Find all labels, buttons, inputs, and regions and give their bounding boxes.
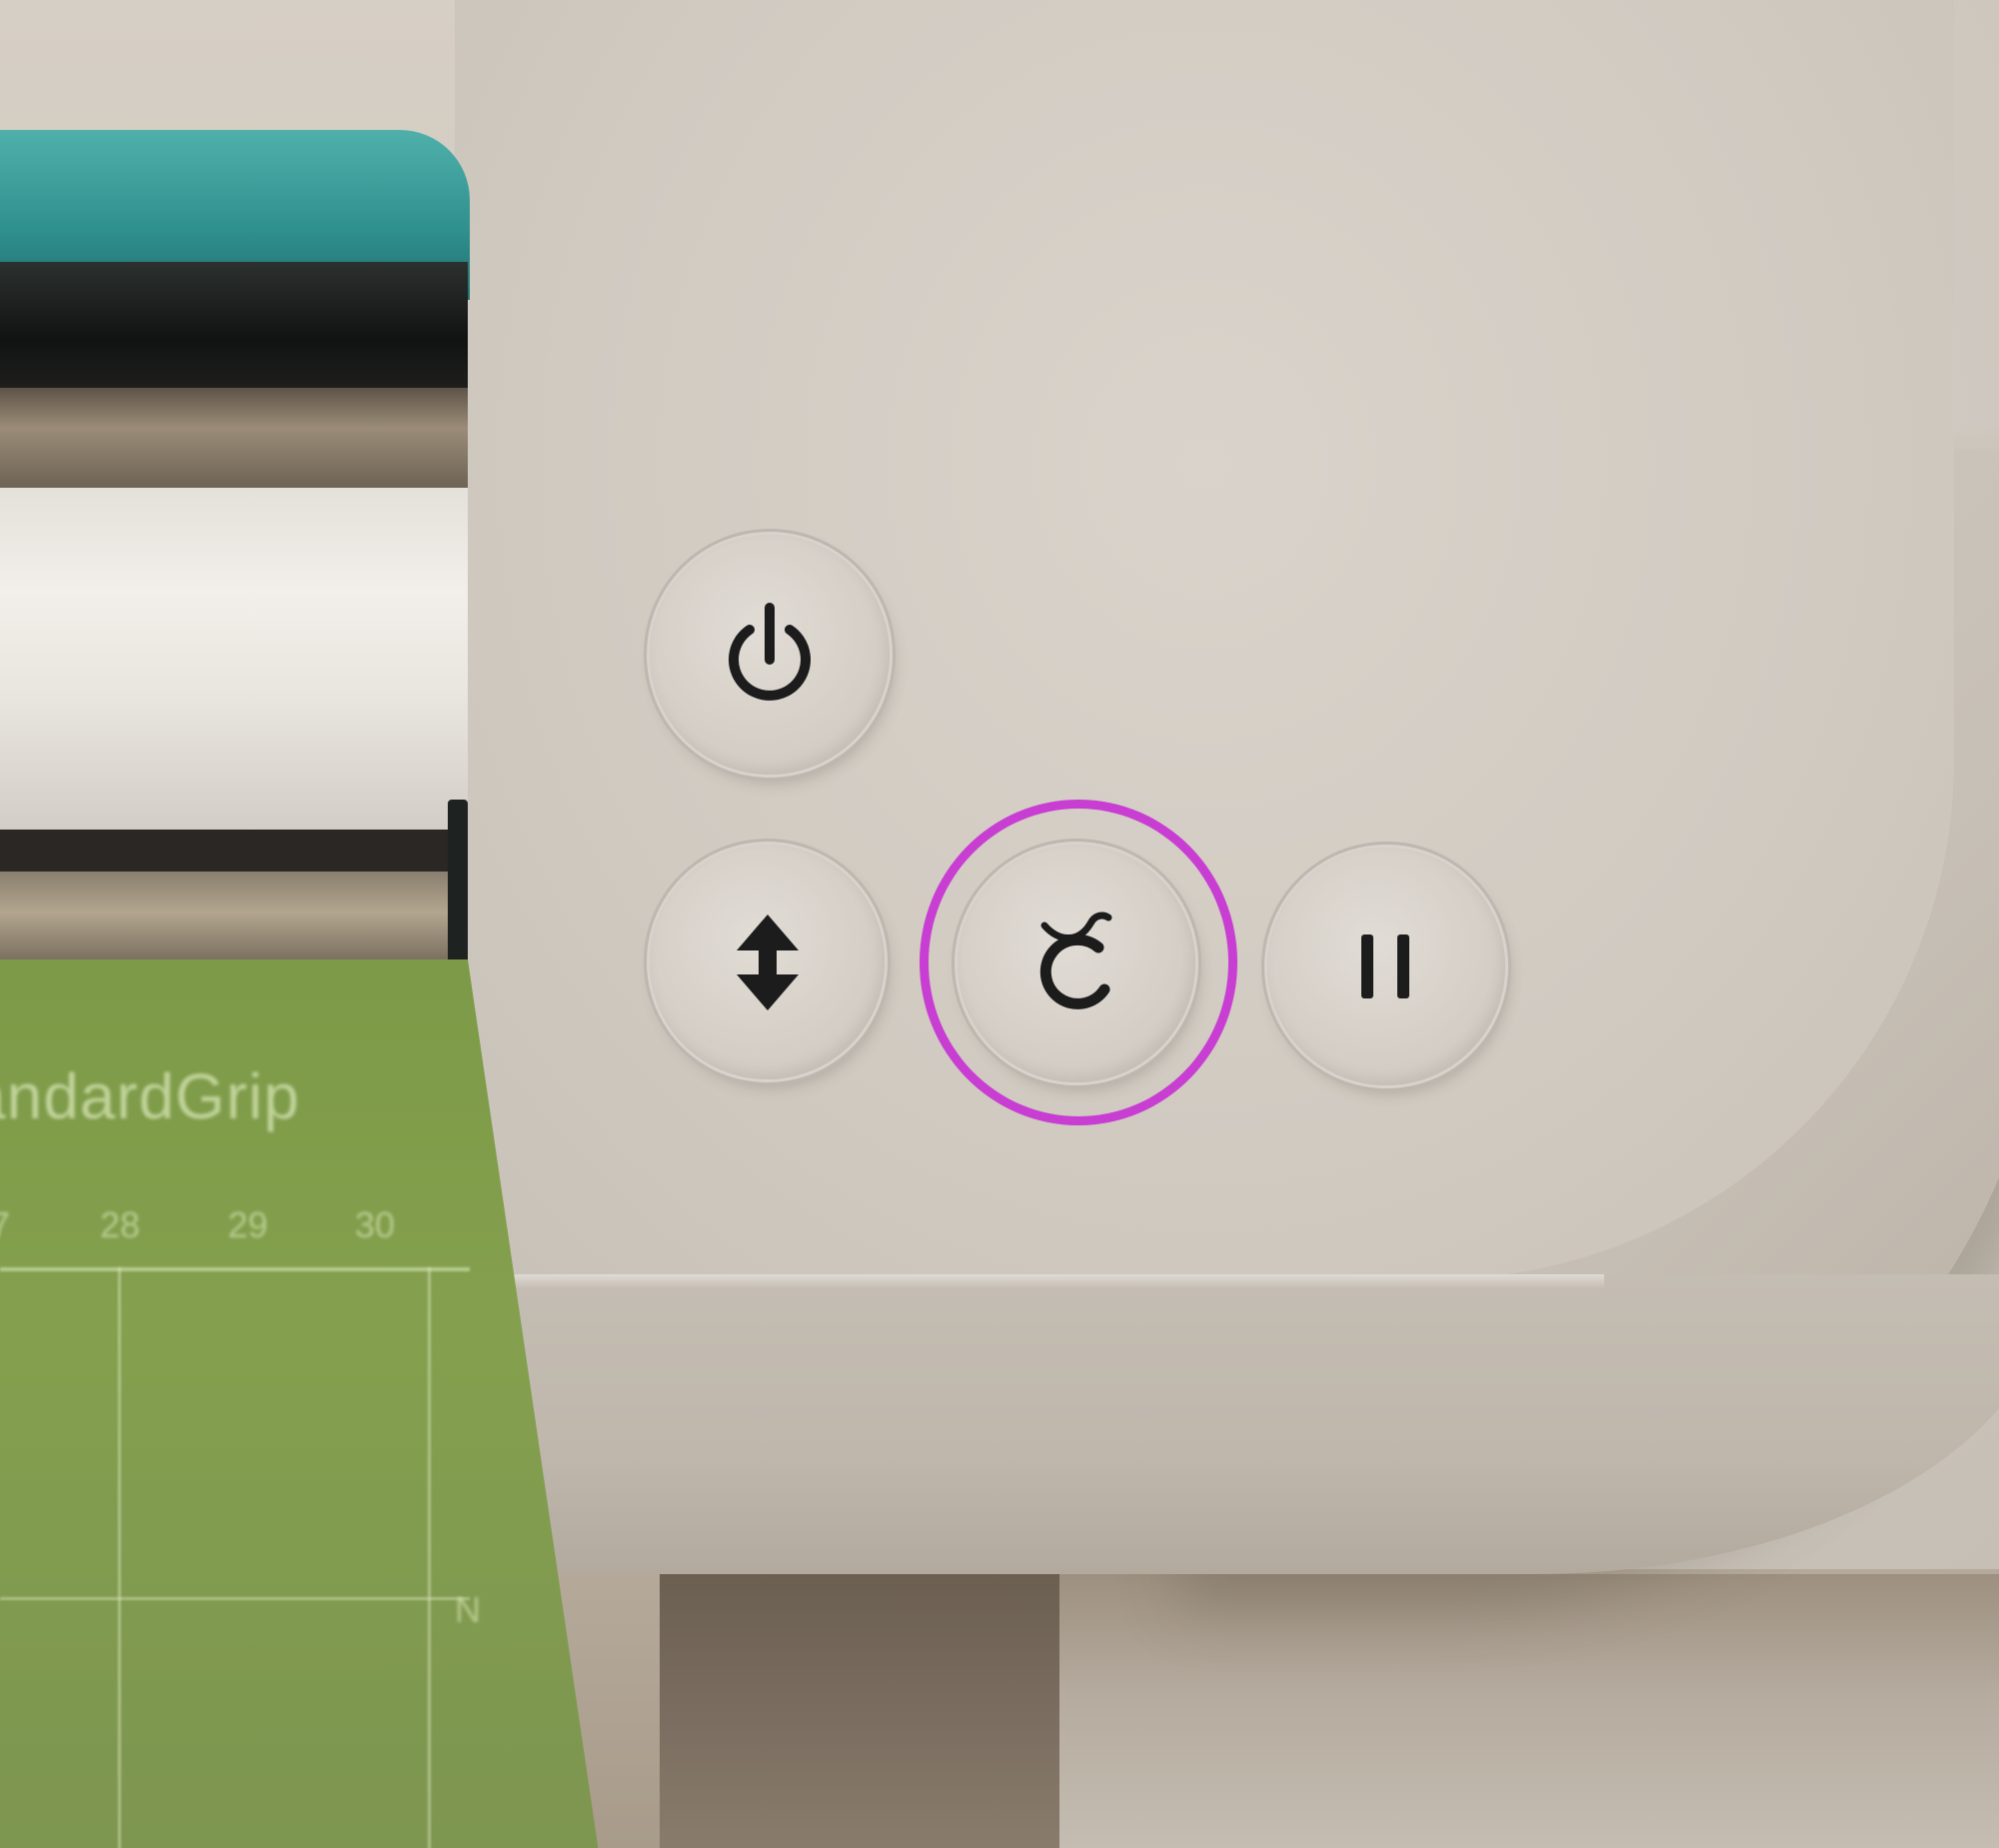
cutting-machine-photo: andardGrip 7 28 29 30 N bbox=[0, 0, 1999, 1848]
pause-button[interactable] bbox=[1267, 848, 1505, 1085]
highlight-ring bbox=[920, 800, 1237, 1125]
lower-rail bbox=[0, 872, 468, 961]
mat-side-mark-text: N bbox=[455, 1589, 481, 1630]
mat-side-mark: N bbox=[455, 1589, 495, 1649]
load-unload-button[interactable] bbox=[650, 845, 885, 1079]
mat-grid-line bbox=[428, 1267, 431, 1848]
mat-ruler-tick: 7 bbox=[0, 1204, 11, 1245]
mat-ruler: 7 28 29 30 bbox=[0, 1204, 470, 1264]
dark-housing-band bbox=[0, 262, 468, 392]
side-clip bbox=[448, 800, 468, 969]
mat-ruler-tick: 28 bbox=[100, 1204, 141, 1245]
machine-base-slot bbox=[660, 1574, 1059, 1848]
mat-label: andardGrip bbox=[0, 1060, 301, 1132]
upper-rail bbox=[0, 388, 468, 488]
machine-panel-edge bbox=[455, 1274, 1604, 1288]
white-roller bbox=[0, 488, 468, 833]
mat-ruler-tick: 30 bbox=[355, 1204, 396, 1245]
pause-icon bbox=[1351, 926, 1421, 1006]
mat-grid-line bbox=[0, 1597, 470, 1600]
mat-ruler-tick: 29 bbox=[228, 1204, 269, 1245]
power-button[interactable] bbox=[650, 535, 890, 775]
power-icon bbox=[722, 600, 818, 710]
up-down-arrows-icon bbox=[733, 911, 803, 1014]
machine-lower-front bbox=[455, 1274, 1999, 1574]
mat-grid-line bbox=[118, 1267, 121, 1848]
mat-grid-line bbox=[0, 1267, 470, 1271]
